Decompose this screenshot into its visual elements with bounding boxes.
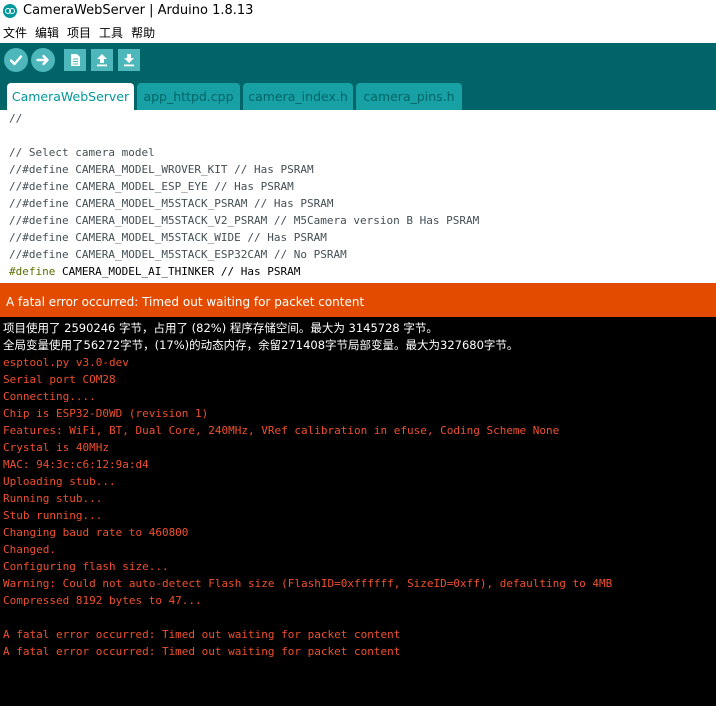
menu-sketch[interactable]: 项目 [63,24,95,42]
upload-button[interactable] [31,48,55,72]
code-line: //#define CAMERA_MODEL_WROVER_KIT // Has… [9,163,314,176]
active-code-line: #define CAMERA_MODEL_AI_THINKER // Has P… [9,263,300,280]
console-info-line: 全局变量使用了56272字节，(17%)的动态内存，余留271408字节局部变量… [3,338,519,352]
menu-help[interactable]: 帮助 [127,24,159,42]
tab-camerawebserver[interactable]: CameraWebServer [7,83,134,110]
console-line: Changing baud rate to 460800 [3,526,189,539]
code-line: //#define CAMERA_MODEL_M5STACK_V2_PSRAM … [9,214,480,227]
tab-app-httpd[interactable]: app_httpd.cpp [137,83,240,110]
tab-camera-index[interactable]: camera_index.h [243,83,353,110]
title-bar: CameraWebServer | Arduino 1.8.13 [0,0,716,23]
code-line: //#define CAMERA_MODEL_M5STACK_WIDE // H… [9,231,327,244]
code-line: //#define CAMERA_MODEL_M5STACK_ESP32CAM … [9,248,347,261]
code-line: //#define CAMERA_MODEL_M5STACK_PSRAM // … [9,197,334,210]
console-line: Configuring flash size... [3,560,169,573]
active-line-text: CAMERA_MODEL_AI_THINKER // Has PSRAM [55,265,301,278]
new-button[interactable] [64,49,86,71]
console-line: MAC: 94:3c:c6:12:9a:d4 [3,458,149,471]
menu-file[interactable]: 文件 [0,24,31,42]
console-line: Changed. [3,543,56,556]
upload-icon [36,54,49,66]
console-line: Chip is ESP32-D0WD (revision 1) [3,407,209,420]
arduino-logo-icon [3,4,17,18]
error-message: A fatal error occurred: Timed out waitin… [6,295,365,309]
console-output[interactable]: 项目使用了 2590246 字节，占用了 (82%) 程序存储空间。最大为 31… [0,317,716,706]
console-line: esptool.py v3.0-dev [3,356,129,369]
console-line: Features: WiFi, BT, Dual Core, 240MHz, V… [3,424,560,437]
error-status-bar: A fatal error occurred: Timed out waitin… [0,283,716,317]
console-line: Serial port COM28 [3,373,116,386]
console-error-line: A fatal error occurred: Timed out waitin… [3,645,401,658]
console-line: Warning: Could not auto-detect Flash siz… [3,577,613,590]
code-line: // Select camera model [9,146,155,159]
code-editor[interactable]: // // Select camera model //#define CAME… [0,110,716,283]
menu-edit[interactable]: 编辑 [31,24,63,42]
open-button[interactable] [91,49,113,71]
new-icon [71,54,80,66]
menu-tools[interactable]: 工具 [95,24,127,42]
open-icon [97,54,107,67]
save-button[interactable] [118,49,140,71]
verify-icon [9,55,23,66]
console-line: Uploading stub... [3,475,116,488]
console-error-line: A fatal error occurred: Timed out waitin… [3,628,401,641]
verify-button[interactable] [4,48,28,72]
console-info-line: 项目使用了 2590246 字节，占用了 (82%) 程序存储空间。最大为 31… [3,321,438,335]
console-line: Compressed 8192 bytes to 47... [3,594,202,607]
console-line: Stub running... [3,509,103,522]
define-keyword: #define [9,265,56,278]
code-line: // [9,112,23,125]
console-line: Crystal is 40MHz [3,441,109,454]
save-icon [124,54,134,67]
toolbar [0,43,716,77]
console-line: Running stub... [3,492,103,505]
tab-bar: CameraWebServer app_httpd.cpp camera_ind… [0,77,716,110]
tab-camera-pins[interactable]: camera_pins.h [356,83,462,110]
window-title: CameraWebServer | Arduino 1.8.13 [23,3,254,18]
console-line: Connecting.... [3,390,96,403]
code-line: //#define CAMERA_MODEL_ESP_EYE // Has PS… [9,180,294,193]
menu-bar: 文件 编辑 项目 工具 帮助 [0,23,716,43]
